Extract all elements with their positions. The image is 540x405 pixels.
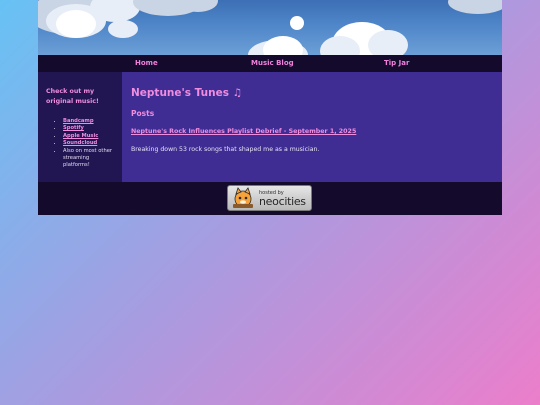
post-description: Breaking down 53 rock songs that shaped … <box>131 146 320 153</box>
page-title-text: Neptune's Tunes <box>131 87 229 99</box>
bandcamp-link[interactable]: Bandcamp <box>63 118 94 124</box>
sky-banner-image <box>38 0 502 55</box>
music-note-icon: ♫ <box>232 87 243 99</box>
apple-music-link[interactable]: Apple Music <box>63 133 98 139</box>
footer: hosted by neocities <box>38 182 502 215</box>
sidebar: Check out my original music! Bandcamp Sp… <box>38 72 122 182</box>
list-item-other-platforms: Also on most other streaming platforms! <box>63 148 116 170</box>
post-title-link[interactable]: Neptune's Rock Influences Playlist Debri… <box>131 128 493 135</box>
page-container: Home Music Blog Tip Jar Check out my ori… <box>38 0 502 215</box>
nav-music-blog-link[interactable]: Music Blog <box>251 59 294 67</box>
nav-tip-jar-link[interactable]: Tip Jar <box>384 59 409 67</box>
page-title: Neptune's Tunes ♫ <box>131 87 493 99</box>
sidebar-title: Check out my original music! <box>46 88 99 105</box>
posts-heading: Posts <box>131 109 155 118</box>
soundcloud-link[interactable]: Soundcloud <box>63 140 97 146</box>
list-item: Apple Music <box>63 133 116 140</box>
music-links-list: Bandcamp Spotify Apple Music Soundcloud … <box>46 118 116 170</box>
neocities-badge[interactable]: hosted by neocities <box>227 185 312 211</box>
list-item: Soundcloud <box>63 140 116 147</box>
main-nav: Home Music Blog Tip Jar <box>38 55 502 72</box>
main-content: Neptune's Tunes ♫ Posts Neptune's Rock I… <box>122 72 502 182</box>
list-item: Spotify <box>63 125 116 132</box>
neocities-cat-icon <box>233 187 253 208</box>
nav-home-link[interactable]: Home <box>135 59 158 67</box>
list-item: Bandcamp <box>63 118 116 125</box>
spotify-link[interactable]: Spotify <box>63 125 84 131</box>
content-row: Check out my original music! Bandcamp Sp… <box>38 72 502 182</box>
badge-brand-text: neocities <box>259 195 306 208</box>
